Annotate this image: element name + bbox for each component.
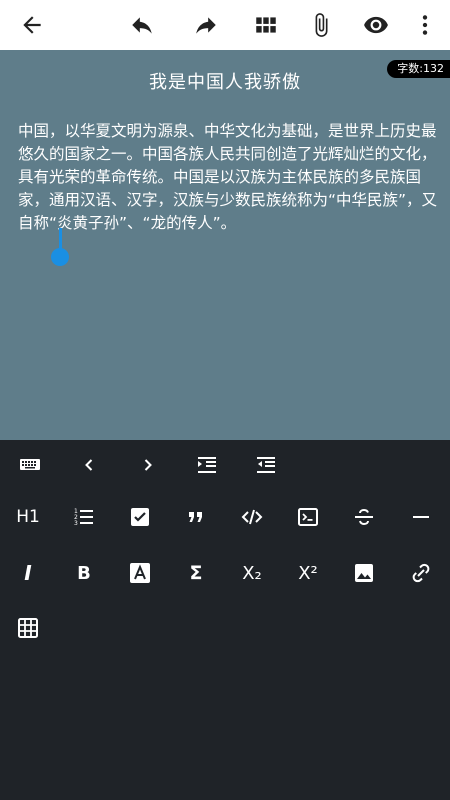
subscript-label: X₂: [242, 562, 262, 584]
formatting-toolbar: H1 123 I B Σ X₂ X²: [0, 440, 450, 800]
superscript-label: X²: [298, 562, 318, 584]
document-title[interactable]: 我是中国人我骄傲: [0, 68, 450, 94]
strikethrough-icon[interactable]: [346, 499, 382, 535]
bold-label: B: [77, 562, 91, 584]
sigma-label: Σ: [189, 562, 203, 584]
preview-eye-icon[interactable]: [360, 9, 392, 41]
back-arrow-icon[interactable]: [16, 9, 48, 41]
heading-button[interactable]: H1: [10, 499, 46, 535]
keyboard-icon[interactable]: [12, 447, 48, 483]
subscript-button[interactable]: X₂: [234, 555, 270, 591]
text-cursor: [59, 228, 62, 250]
cursor-right-icon[interactable]: [130, 447, 166, 483]
link-icon[interactable]: [403, 555, 439, 591]
text-highlight-icon[interactable]: [122, 555, 158, 591]
image-icon[interactable]: [346, 555, 382, 591]
code-block-icon[interactable]: [290, 499, 326, 535]
bold-button[interactable]: B: [66, 555, 102, 591]
word-count-badge: 字数:132: [387, 60, 450, 78]
horizontal-rule-icon[interactable]: [403, 499, 439, 535]
cursor-handle[interactable]: [51, 248, 69, 266]
redo-icon[interactable]: [190, 9, 222, 41]
indent-icon[interactable]: [189, 447, 225, 483]
table-icon[interactable]: [10, 610, 46, 646]
svg-text:3: 3: [74, 520, 78, 527]
grid-icon[interactable]: [250, 9, 282, 41]
superscript-button[interactable]: X²: [290, 555, 326, 591]
more-vert-icon[interactable]: [409, 9, 441, 41]
attachment-icon[interactable]: [305, 9, 337, 41]
italic-button[interactable]: I: [10, 555, 46, 591]
italic-label: I: [24, 561, 32, 585]
editor-area[interactable]: 我是中国人我骄傲 字数:132 中国，以华夏文明为源泉、中华文化为基础，是世界上…: [0, 50, 450, 440]
sigma-button[interactable]: Σ: [178, 555, 214, 591]
checkbox-icon[interactable]: [122, 499, 158, 535]
heading-label: H1: [16, 507, 40, 527]
quote-icon[interactable]: [178, 499, 214, 535]
cursor-left-icon[interactable]: [71, 447, 107, 483]
outdent-icon[interactable]: [248, 447, 284, 483]
top-app-bar: [0, 0, 450, 51]
document-content[interactable]: 中国，以华夏文明为源泉、中华文化为基础，是世界上历史最悠久的国家之一。中国各族人…: [18, 120, 438, 235]
numbered-list-icon[interactable]: 123: [66, 499, 102, 535]
undo-icon[interactable]: [126, 9, 158, 41]
code-icon[interactable]: [234, 499, 270, 535]
